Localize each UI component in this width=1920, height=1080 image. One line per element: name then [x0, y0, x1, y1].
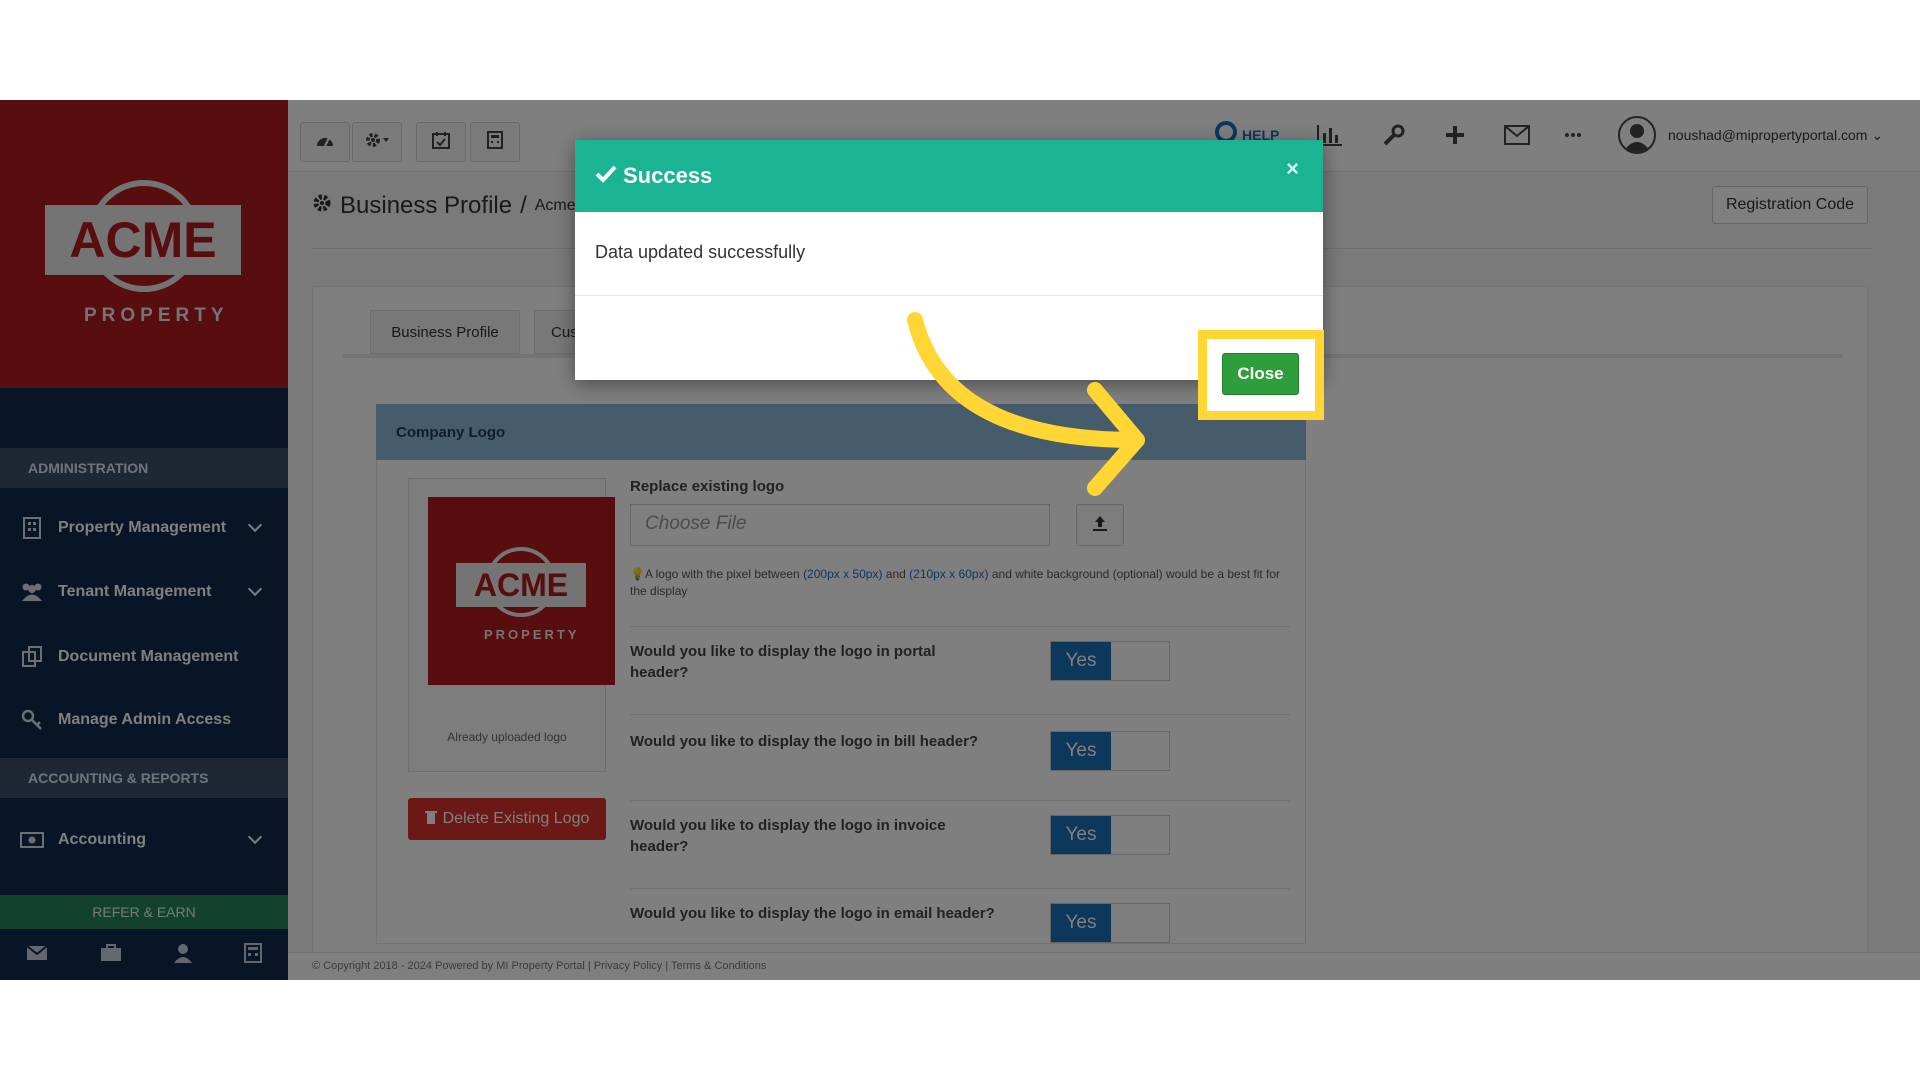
checkmark-icon [595, 163, 617, 189]
modal-message: Data updated successfully [575, 212, 1323, 296]
close-icon[interactable]: × [1286, 156, 1299, 182]
annotation-arrow-icon [907, 312, 1145, 496]
modal-title: Success [623, 163, 713, 188]
app-window: ACME PROPERTY ADMINISTRATION Property Ma… [0, 100, 1920, 980]
close-button[interactable]: Close [1222, 353, 1299, 395]
modal-header: Success × [575, 140, 1323, 212]
